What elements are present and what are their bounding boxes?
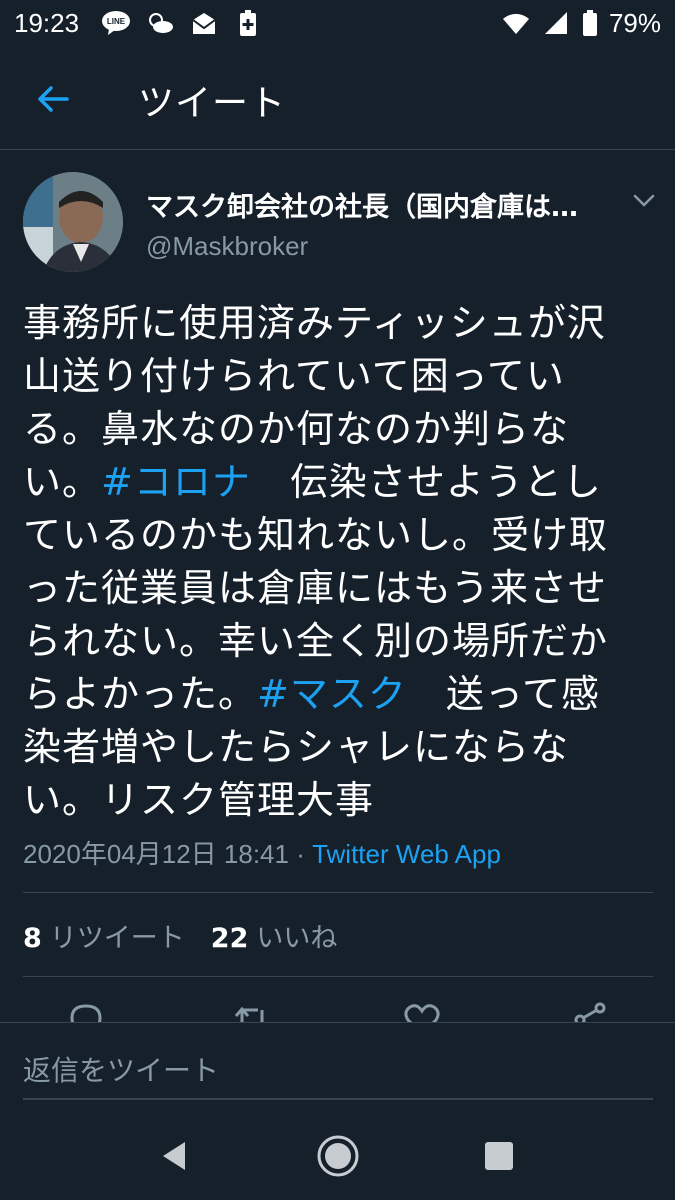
hashtag-link[interactable]: #コロナ <box>101 460 251 504</box>
tweet-text-segment: ているのかも知れないし。受け取 <box>23 513 609 557</box>
tweet-text-segment: 送って感 <box>406 672 600 716</box>
divider <box>23 892 653 893</box>
square-recents-icon <box>485 1142 513 1170</box>
heart-icon <box>404 1004 440 1022</box>
author-handle[interactable]: @Maskbroker <box>146 231 308 262</box>
tweet-actions <box>0 990 675 1022</box>
retweet-count: 8 <box>23 923 42 954</box>
status-time: 19:23 <box>14 7 80 38</box>
battery-icon <box>581 9 599 37</box>
tweet-source-link[interactable]: Twitter Web App <box>312 839 501 869</box>
retweet-label: リツイート <box>49 923 185 954</box>
tweet-text-segment: る。鼻水なのか何なのか判らな <box>23 407 570 451</box>
tweet-text-segment: い。リスク管理大事 <box>23 778 375 822</box>
reply-input[interactable]: 返信をツイート <box>23 1049 219 1089</box>
reply-bar: 返信をツイート <box>0 1022 675 1100</box>
circle-home-icon <box>317 1135 359 1177</box>
retweet-stat[interactable]: 8 リツイート <box>23 916 185 955</box>
share-button[interactable] <box>570 1000 610 1022</box>
tweet-text-line: らよかった。#マスク 送って感 <box>23 668 653 721</box>
triangle-back-icon <box>163 1142 185 1170</box>
tweet-text-segment: られない。幸い全く別の場所だか <box>23 619 609 663</box>
hashtag-link[interactable]: #マスク <box>257 672 407 716</box>
reply-input-underline <box>23 1098 653 1100</box>
tweet-text-segment: らよかった。 <box>23 672 258 716</box>
like-stat[interactable]: 22 いいね <box>211 916 338 955</box>
tweet-text-segment: 染者増やしたらシャレにならな <box>23 725 570 769</box>
like-count: 22 <box>210 923 249 954</box>
retweet-icon <box>234 1006 264 1022</box>
tweet-text-segment: 山送り付けられていて困ってい <box>23 354 565 398</box>
author-name[interactable]: マスク卸会社の社長（国内倉庫は… <box>146 185 596 224</box>
tweet-text-line: 事務所に使用済みティッシュが沢 <box>23 297 653 350</box>
share-icon <box>574 1002 606 1022</box>
signal-icon <box>541 9 571 37</box>
tweet-text-line: い。#コロナ 伝染させようとし <box>23 456 653 509</box>
nav-recents-button[interactable] <box>477 1134 521 1178</box>
tweet-text-segment: った従業員は倉庫にはもう来させ <box>23 566 607 610</box>
arrow-left-icon <box>38 86 69 112</box>
battery-saver-icon <box>233 9 263 37</box>
tweet-stats: 8 リツイート 22 いいね <box>23 916 337 955</box>
line-app-icon: LINE <box>101 9 131 37</box>
retweet-button[interactable] <box>232 1000 272 1022</box>
divider <box>23 976 653 977</box>
nav-back-button[interactable] <box>152 1134 196 1178</box>
tweet-text: 事務所に使用済みティッシュが沢 山送り付けられていて困ってい る。鼻水なのか何なのか… <box>23 297 653 827</box>
svg-text:LINE: LINE <box>107 17 126 26</box>
tweet-text-line: 山送り付けられていて困ってい <box>23 350 653 403</box>
tweet-text-segment: 伝染させようとし <box>250 460 602 504</box>
like-button[interactable] <box>402 1000 442 1022</box>
like-label: いいね <box>256 923 338 954</box>
status-bar: 19:23 LINE 79% <box>0 0 675 46</box>
tweet-meta: 2020年04月12日 18:41 · Twitter Web App <box>23 834 501 871</box>
chevron-down-icon <box>633 194 655 207</box>
battery-percentage: 79% <box>608 7 661 38</box>
nav-home-button[interactable] <box>316 1134 360 1178</box>
android-nav-bar <box>0 1110 675 1200</box>
tweet-menu-button[interactable] <box>628 185 660 217</box>
top-app-bar: ツイート <box>0 46 675 150</box>
weather-icon <box>145 9 175 37</box>
tweet-timestamp: 2020年04月12日 18:41 <box>23 839 289 869</box>
page-title: ツイート <box>138 83 287 124</box>
tweet-text-segment: い。 <box>23 460 102 504</box>
tweet-text-line: い。リスク管理大事 <box>23 774 653 827</box>
avatar[interactable] <box>23 172 123 272</box>
tweet-text-line: ているのかも知れないし。受け取 <box>23 509 653 562</box>
tweet-text-line: った従業員は倉庫にはもう来させ <box>23 562 653 615</box>
tweet-text-line: られない。幸い全く別の場所だか <box>23 615 653 668</box>
comment-icon <box>70 1004 102 1022</box>
mail-notification-icon <box>189 9 219 37</box>
back-button[interactable] <box>28 74 78 124</box>
tweet-text-line: る。鼻水なのか何なのか判らな <box>23 403 653 456</box>
reply-button[interactable] <box>66 1000 106 1022</box>
wifi-icon <box>501 9 531 37</box>
tweet-text-segment: 事務所に使用済みティッシュが沢 <box>23 301 606 345</box>
tweet-text-line: 染者増やしたらシャレにならな <box>23 721 653 774</box>
meta-separator: · <box>288 839 313 869</box>
